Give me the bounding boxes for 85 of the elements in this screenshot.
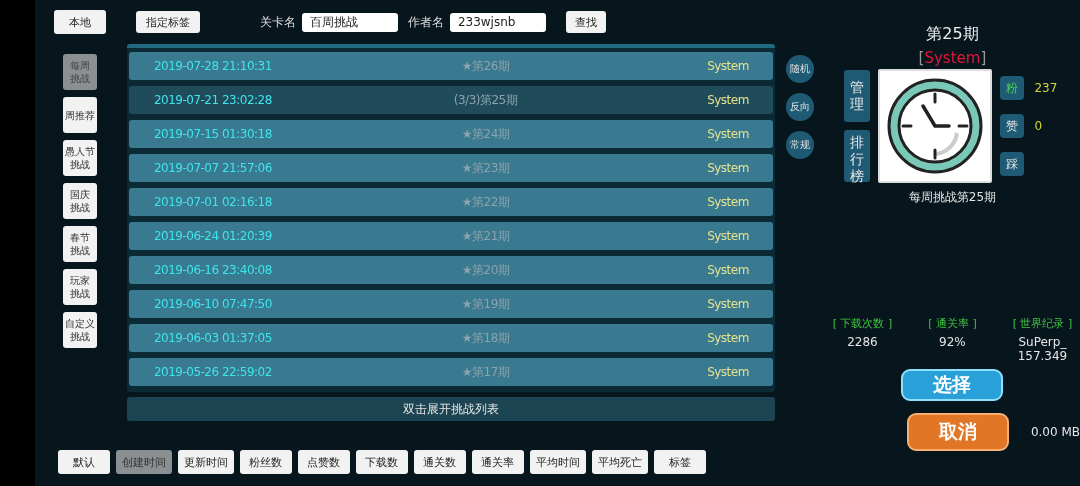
download-size: 0.00 MB xyxy=(1030,425,1080,439)
sort-button[interactable]: 通关数 xyxy=(413,450,466,474)
sort-button[interactable]: 下载数 xyxy=(355,450,408,474)
reaction-button[interactable]: 赞 xyxy=(1000,114,1025,138)
challenge-row[interactable]: 2019-07-21 23:02:28 (3/3)第25期 System xyxy=(128,86,773,114)
reaction-count: 237 xyxy=(1034,81,1058,95)
sort-button[interactable]: 点赞数 xyxy=(297,450,350,474)
category-tab[interactable]: 自定义 挑战 xyxy=(62,312,97,348)
row-title: ★第22期 xyxy=(460,193,511,211)
challenge-row[interactable]: 2019-06-10 07:47:50 ★第19期 System xyxy=(128,290,773,318)
level-caption: 每周挑战第25期 xyxy=(908,189,997,206)
challenge-row[interactable]: 2019-07-28 21:10:31 ★第26期 System xyxy=(128,52,773,80)
sort-button[interactable]: 平均死亡 xyxy=(591,450,648,474)
row-author: System xyxy=(707,365,750,379)
row-date: 2019-07-28 21:10:31 xyxy=(152,59,273,73)
sort-button[interactable]: 默认 xyxy=(57,450,110,474)
category-tab[interactable]: 玩家 挑战 xyxy=(62,269,97,305)
author-label: 作者名 xyxy=(407,13,444,31)
level-name-field[interactable]: 百周挑战 xyxy=(301,12,398,32)
category-tab[interactable]: 愚人节 挑战 xyxy=(62,140,97,176)
category-tab[interactable]: 周推荐 xyxy=(62,97,97,133)
row-author: System xyxy=(707,229,750,243)
author-field[interactable]: 233wjsnb xyxy=(449,12,546,32)
row-title: ★第26期 xyxy=(460,57,511,75)
sort-button[interactable]: 创建时间 xyxy=(115,450,172,474)
mode-button[interactable]: 反向 xyxy=(785,93,814,121)
row-date: 2019-07-07 21:57:06 xyxy=(152,161,273,175)
level-name-label: 关卡名 xyxy=(259,13,296,31)
stat-label: [ 世界纪录 ] xyxy=(1012,316,1073,331)
search-button[interactable]: 查找 xyxy=(565,11,606,33)
sort-button[interactable]: 标签 xyxy=(653,450,706,474)
row-author: System xyxy=(707,263,750,277)
row-author: System xyxy=(707,195,750,209)
challenge-row[interactable]: 2019-06-03 01:37:05 ★第18期 System xyxy=(128,324,773,352)
row-date: 2019-05-26 22:59:02 xyxy=(152,365,273,379)
sort-button[interactable]: 粉丝数 xyxy=(239,450,292,474)
level-author: [System] xyxy=(918,49,987,67)
row-title: ★第19期 xyxy=(460,295,511,313)
challenge-row[interactable]: 2019-05-26 22:59:02 ★第17期 System xyxy=(128,358,773,386)
mode-button[interactable]: 随机 xyxy=(785,55,814,83)
row-title: (3/3)第25期 xyxy=(452,91,519,109)
row-date: 2019-07-01 02:16:18 xyxy=(152,195,273,209)
category-tab[interactable]: 春节 挑战 xyxy=(62,226,97,262)
reaction-count: 0 xyxy=(1034,119,1043,133)
row-author: System xyxy=(707,93,750,107)
sort-button[interactable]: 平均时间 xyxy=(529,450,586,474)
row-date: 2019-07-21 23:02:28 xyxy=(152,93,273,107)
row-author: System xyxy=(707,297,750,311)
ranking-button[interactable]: 排行榜 xyxy=(844,130,871,182)
stat-value: 92% xyxy=(939,335,966,349)
mode-button[interactable]: 常规 xyxy=(785,131,814,159)
challenge-row[interactable]: 2019-06-16 23:40:08 ★第20期 System xyxy=(128,256,773,284)
row-author: System xyxy=(707,161,750,175)
level-title: 第25期 xyxy=(926,24,979,45)
tag-button[interactable]: 指定标签 xyxy=(135,11,200,33)
row-date: 2019-06-16 23:40:08 xyxy=(152,263,273,277)
challenge-row[interactable]: 2019-07-01 02:16:18 ★第22期 System xyxy=(128,188,773,216)
row-author: System xyxy=(707,127,750,141)
reaction-button[interactable]: 粉 xyxy=(1000,76,1025,100)
row-date: 2019-06-24 01:20:39 xyxy=(152,229,273,243)
sort-button[interactable]: 通关率 xyxy=(471,450,524,474)
sort-button[interactable]: 更新时间 xyxy=(177,450,234,474)
row-date: 2019-06-10 07:47:50 xyxy=(152,297,273,311)
row-date: 2019-06-03 01:37:05 xyxy=(152,331,273,345)
local-button[interactable]: 本地 xyxy=(53,10,106,34)
category-tab[interactable]: 国庆 挑战 xyxy=(62,183,97,219)
row-title: ★第21期 xyxy=(460,227,511,245)
manage-button[interactable]: 管理 xyxy=(844,70,871,122)
row-author: System xyxy=(707,331,750,345)
stat-value: SuPerp_ 157.349 xyxy=(1017,335,1068,363)
row-title: ★第24期 xyxy=(460,125,511,143)
challenge-row[interactable]: 2019-07-07 21:57:06 ★第23期 System xyxy=(128,154,773,182)
challenge-row[interactable]: 2019-06-24 01:20:39 ★第21期 System xyxy=(128,222,773,250)
row-title: ★第18期 xyxy=(460,329,511,347)
stat-label: [ 下载次数 ] xyxy=(832,316,893,331)
row-title: ★第20期 xyxy=(460,261,511,279)
row-date: 2019-07-15 01:30:18 xyxy=(152,127,273,141)
expand-bar[interactable]: 双击展开挑战列表 xyxy=(126,397,775,421)
stat-value: 2286 xyxy=(847,335,878,349)
stat-label: [ 通关率 ] xyxy=(928,316,977,331)
row-author: System xyxy=(707,59,750,73)
row-title: ★第23期 xyxy=(460,159,511,177)
reaction-button[interactable]: 踩 xyxy=(1000,152,1025,176)
row-title: ★第17期 xyxy=(460,363,511,381)
challenge-row[interactable]: 2019-07-15 01:30:18 ★第24期 System xyxy=(128,120,773,148)
